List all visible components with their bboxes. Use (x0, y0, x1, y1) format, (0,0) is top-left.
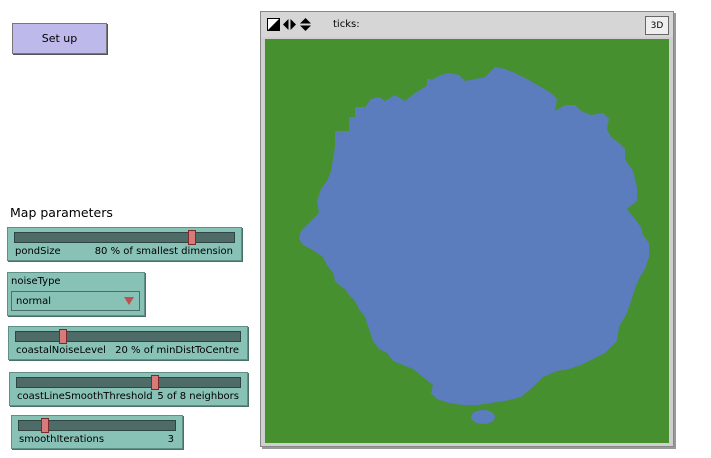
3d-view-button[interactable]: 3D (645, 16, 669, 35)
coastlinesmooththreshold-slider[interactable]: coastLineSmoothThreshold 5 of 8 neighbor… (9, 372, 248, 406)
smoothiterations-slider[interactable]: smoothIterations 3 (11, 415, 183, 449)
slider-name: pondSize (15, 246, 61, 257)
slider-value: 5 of 8 neighbors (157, 391, 239, 402)
3d-button-label: 3D (650, 20, 664, 31)
ticks-label: ticks: (333, 19, 360, 30)
world-map[interactable] (265, 39, 669, 443)
horizontal-arrows-icon[interactable] (283, 18, 296, 31)
map-parameters-heading: Map parameters (10, 205, 113, 220)
slider-value: 20 % of minDistToCentre (115, 345, 239, 356)
slider-track[interactable] (15, 331, 241, 342)
small-pond (471, 410, 495, 424)
small-pond-dot (427, 79, 431, 85)
view-toolbar: ticks: 3D (261, 12, 673, 37)
slider-thumb[interactable] (41, 418, 50, 433)
slider-track[interactable] (14, 232, 235, 243)
chooser-name: noiseType (11, 276, 61, 287)
slider-thumb[interactable] (151, 375, 160, 390)
setup-button[interactable]: Set up (12, 23, 107, 54)
chooser-value: normal (16, 295, 52, 307)
coastalnoiselevel-slider[interactable]: coastalNoiseLevel 20 % of minDistToCentr… (8, 326, 248, 360)
slider-thumb[interactable] (59, 329, 68, 344)
slider-name: coastLineSmoothThreshold (17, 391, 153, 402)
pondsize-slider[interactable]: pondSize 80 % of smallest dimension (7, 227, 242, 261)
slider-name: coastalNoiseLevel (16, 345, 106, 356)
slider-name: smoothIterations (19, 434, 105, 445)
noisetype-chooser[interactable]: noiseType normal (7, 272, 145, 316)
slider-thumb[interactable] (188, 230, 197, 245)
vertical-arrows-icon[interactable] (299, 18, 312, 31)
slider-value: 3 (167, 434, 174, 445)
view-size-icon[interactable] (267, 18, 280, 31)
slider-value: 80 % of smallest dimension (94, 246, 233, 257)
setup-button-label: Set up (41, 32, 78, 45)
dropdown-arrow-icon[interactable] (124, 297, 134, 305)
world-view: ticks: 3D (260, 11, 674, 447)
slider-track[interactable] (16, 377, 241, 388)
chooser-select[interactable]: normal (11, 291, 140, 311)
